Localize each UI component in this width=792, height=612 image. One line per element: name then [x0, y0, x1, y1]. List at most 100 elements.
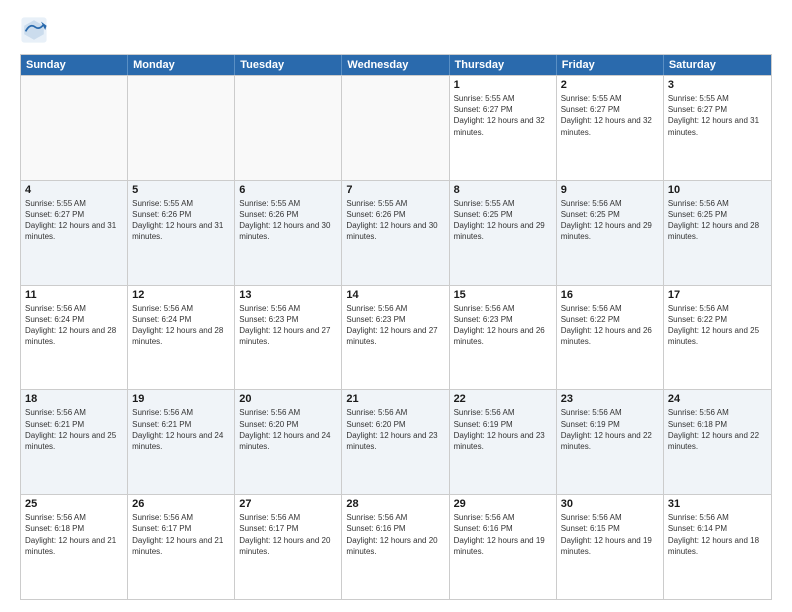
day-number: 30: [561, 498, 659, 510]
day-info: Sunrise: 5:56 AMSunset: 6:21 PMDaylight:…: [132, 407, 230, 452]
day-info: Sunrise: 5:55 AMSunset: 6:26 PMDaylight:…: [239, 198, 337, 243]
day-number: 22: [454, 393, 552, 405]
cal-cell: 24 Sunrise: 5:56 AMSunset: 6:18 PMDayligh…: [664, 390, 771, 494]
day-number: 9: [561, 184, 659, 196]
day-number: 26: [132, 498, 230, 510]
cal-cell: 14 Sunrise: 5:56 AMSunset: 6:23 PMDayligh…: [342, 286, 449, 390]
day-number: 20: [239, 393, 337, 405]
day-info: Sunrise: 5:56 AMSunset: 6:18 PMDaylight:…: [668, 407, 767, 452]
day-info: Sunrise: 5:56 AMSunset: 6:16 PMDaylight:…: [454, 512, 552, 557]
cal-cell: [128, 76, 235, 180]
day-info: Sunrise: 5:56 AMSunset: 6:22 PMDaylight:…: [668, 303, 767, 348]
cal-cell: 3 Sunrise: 5:55 AMSunset: 6:27 PMDaylight…: [664, 76, 771, 180]
cal-cell: 12 Sunrise: 5:56 AMSunset: 6:24 PMDayligh…: [128, 286, 235, 390]
cal-cell: 17 Sunrise: 5:56 AMSunset: 6:22 PMDayligh…: [664, 286, 771, 390]
calendar: SundayMondayTuesdayWednesdayThursdayFrid…: [20, 54, 772, 600]
cal-cell: 16 Sunrise: 5:56 AMSunset: 6:22 PMDayligh…: [557, 286, 664, 390]
week-row-3: 11 Sunrise: 5:56 AMSunset: 6:24 PMDayligh…: [21, 285, 771, 390]
day-info: Sunrise: 5:56 AMSunset: 6:25 PMDaylight:…: [561, 198, 659, 243]
day-number: 25: [25, 498, 123, 510]
day-number: 23: [561, 393, 659, 405]
header-day-wednesday: Wednesday: [342, 55, 449, 75]
day-info: Sunrise: 5:56 AMSunset: 6:19 PMDaylight:…: [561, 407, 659, 452]
day-number: 5: [132, 184, 230, 196]
cal-cell: [235, 76, 342, 180]
cal-cell: 18 Sunrise: 5:56 AMSunset: 6:21 PMDayligh…: [21, 390, 128, 494]
day-info: Sunrise: 5:56 AMSunset: 6:15 PMDaylight:…: [561, 512, 659, 557]
day-number: 12: [132, 289, 230, 301]
header-day-monday: Monday: [128, 55, 235, 75]
day-number: 21: [346, 393, 444, 405]
day-info: Sunrise: 5:56 AMSunset: 6:22 PMDaylight:…: [561, 303, 659, 348]
day-info: Sunrise: 5:56 AMSunset: 6:21 PMDaylight:…: [25, 407, 123, 452]
cal-cell: 23 Sunrise: 5:56 AMSunset: 6:19 PMDayligh…: [557, 390, 664, 494]
header-day-thursday: Thursday: [450, 55, 557, 75]
day-number: 24: [668, 393, 767, 405]
day-info: Sunrise: 5:55 AMSunset: 6:27 PMDaylight:…: [454, 93, 552, 138]
day-info: Sunrise: 5:56 AMSunset: 6:23 PMDaylight:…: [454, 303, 552, 348]
logo-icon: [20, 16, 48, 44]
day-number: 2: [561, 79, 659, 91]
header-day-friday: Friday: [557, 55, 664, 75]
day-number: 13: [239, 289, 337, 301]
day-number: 16: [561, 289, 659, 301]
day-number: 6: [239, 184, 337, 196]
day-info: Sunrise: 5:55 AMSunset: 6:26 PMDaylight:…: [346, 198, 444, 243]
day-info: Sunrise: 5:56 AMSunset: 6:25 PMDaylight:…: [668, 198, 767, 243]
day-number: 17: [668, 289, 767, 301]
cal-cell: 25 Sunrise: 5:56 AMSunset: 6:18 PMDayligh…: [21, 495, 128, 599]
day-number: 29: [454, 498, 552, 510]
day-number: 1: [454, 79, 552, 91]
day-info: Sunrise: 5:55 AMSunset: 6:25 PMDaylight:…: [454, 198, 552, 243]
cal-cell: [342, 76, 449, 180]
day-number: 14: [346, 289, 444, 301]
cal-cell: [21, 76, 128, 180]
day-number: 27: [239, 498, 337, 510]
cal-cell: 22Sunrise: 5:56 AMSunset: 6:19 PMDayligh…: [450, 390, 557, 494]
cal-cell: 26Sunrise: 5:56 AMSunset: 6:17 PMDayligh…: [128, 495, 235, 599]
week-row-1: 1 Sunrise: 5:55 AMSunset: 6:27 PMDaylight…: [21, 75, 771, 180]
day-number: 10: [668, 184, 767, 196]
day-info: Sunrise: 5:56 AMSunset: 6:18 PMDaylight:…: [25, 512, 123, 557]
day-number: 11: [25, 289, 123, 301]
week-row-2: 4Sunrise: 5:55 AMSunset: 6:27 PMDaylight…: [21, 180, 771, 285]
cal-cell: 2Sunrise: 5:55 AMSunset: 6:27 PMDaylight…: [557, 76, 664, 180]
cal-cell: 8 Sunrise: 5:55 AMSunset: 6:25 PMDaylight…: [450, 181, 557, 285]
day-number: 28: [346, 498, 444, 510]
cal-cell: 30 Sunrise: 5:56 AMSunset: 6:15 PMDayligh…: [557, 495, 664, 599]
day-number: 3: [668, 79, 767, 91]
day-info: Sunrise: 5:56 AMSunset: 6:16 PMDaylight:…: [346, 512, 444, 557]
calendar-header: SundayMondayTuesdayWednesdayThursdayFrid…: [21, 55, 771, 75]
calendar-body: 1 Sunrise: 5:55 AMSunset: 6:27 PMDaylight…: [21, 75, 771, 599]
day-info: Sunrise: 5:56 AMSunset: 6:23 PMDaylight:…: [346, 303, 444, 348]
cal-cell: 6 Sunrise: 5:55 AMSunset: 6:26 PMDaylight…: [235, 181, 342, 285]
cal-cell: 28 Sunrise: 5:56 AMSunset: 6:16 PMDayligh…: [342, 495, 449, 599]
header-day-sunday: Sunday: [21, 55, 128, 75]
header: [20, 16, 772, 44]
cal-cell: 20 Sunrise: 5:56 AMSunset: 6:20 PMDayligh…: [235, 390, 342, 494]
week-row-4: 18 Sunrise: 5:56 AMSunset: 6:21 PMDayligh…: [21, 389, 771, 494]
cal-cell: 31Sunrise: 5:56 AMSunset: 6:14 PMDayligh…: [664, 495, 771, 599]
header-day-tuesday: Tuesday: [235, 55, 342, 75]
cal-cell: 11Sunrise: 5:56 AMSunset: 6:24 PMDayligh…: [21, 286, 128, 390]
header-day-saturday: Saturday: [664, 55, 771, 75]
day-number: 7: [346, 184, 444, 196]
day-info: Sunrise: 5:56 AMSunset: 6:24 PMDaylight:…: [132, 303, 230, 348]
day-number: 19: [132, 393, 230, 405]
day-info: Sunrise: 5:56 AMSunset: 6:17 PMDaylight:…: [239, 512, 337, 557]
day-number: 15: [454, 289, 552, 301]
cal-cell: 4Sunrise: 5:55 AMSunset: 6:27 PMDaylight…: [21, 181, 128, 285]
page: SundayMondayTuesdayWednesdayThursdayFrid…: [0, 0, 792, 612]
cal-cell: 9 Sunrise: 5:56 AMSunset: 6:25 PMDaylight…: [557, 181, 664, 285]
cal-cell: 13 Sunrise: 5:56 AMSunset: 6:23 PMDayligh…: [235, 286, 342, 390]
day-info: Sunrise: 5:55 AMSunset: 6:27 PMDaylight:…: [25, 198, 123, 243]
day-info: Sunrise: 5:56 AMSunset: 6:20 PMDaylight:…: [239, 407, 337, 452]
cal-cell: 29 Sunrise: 5:56 AMSunset: 6:16 PMDayligh…: [450, 495, 557, 599]
day-number: 8: [454, 184, 552, 196]
day-number: 31: [668, 498, 767, 510]
cal-cell: 19 Sunrise: 5:56 AMSunset: 6:21 PMDayligh…: [128, 390, 235, 494]
day-info: Sunrise: 5:55 AMSunset: 6:27 PMDaylight:…: [668, 93, 767, 138]
cal-cell: 5Sunrise: 5:55 AMSunset: 6:26 PMDaylight…: [128, 181, 235, 285]
day-info: Sunrise: 5:56 AMSunset: 6:23 PMDaylight:…: [239, 303, 337, 348]
day-number: 18: [25, 393, 123, 405]
